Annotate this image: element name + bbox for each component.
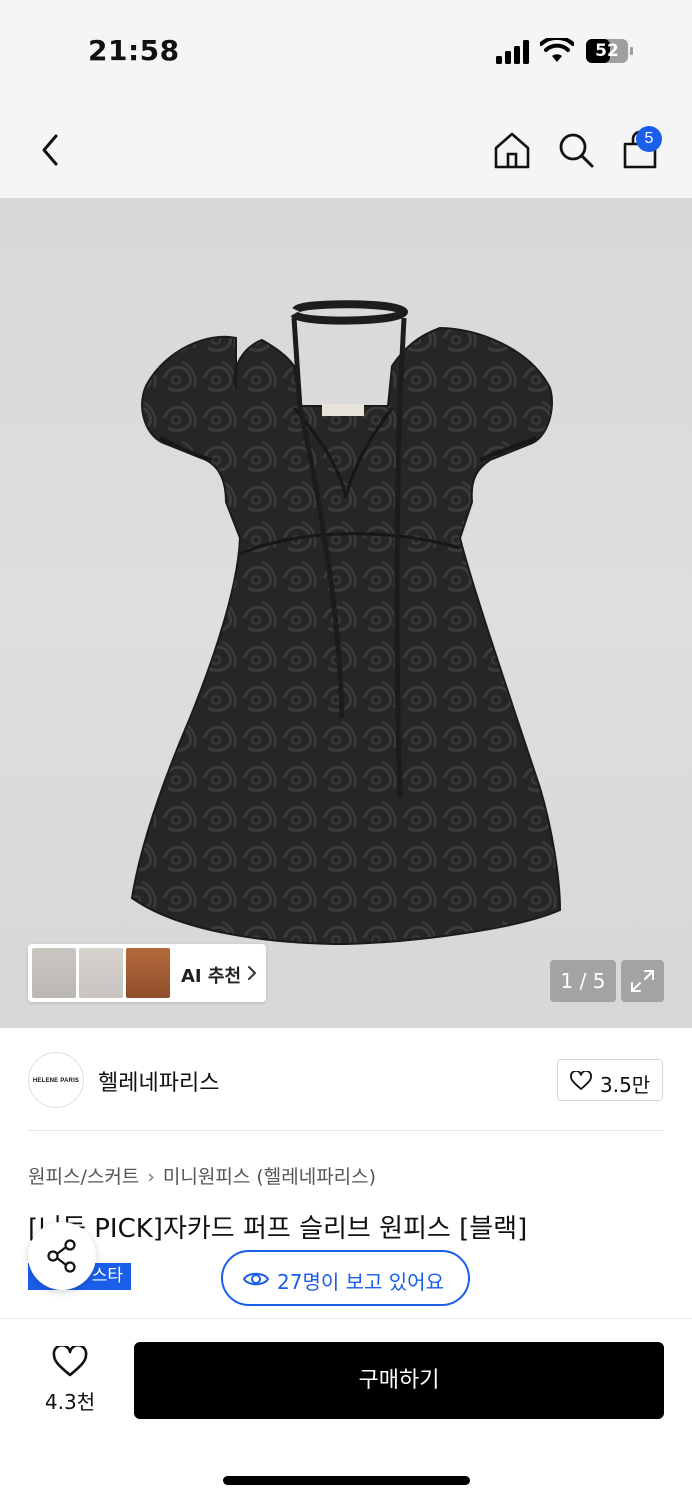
wishlist-button[interactable]: 4.3천 xyxy=(30,1342,110,1422)
ai-recommend-thumbnail[interactable] xyxy=(79,948,123,998)
brand-like-count: 3.5만 xyxy=(600,1073,651,1097)
eye-icon xyxy=(243,1272,269,1286)
buy-button[interactable]: 구매하기 xyxy=(134,1342,664,1419)
brand-like-button[interactable]: 3.5만 xyxy=(557,1059,663,1101)
divider xyxy=(0,1318,692,1319)
ai-recommend-thumbnail[interactable] xyxy=(32,948,76,998)
back-button[interactable] xyxy=(34,130,66,170)
wifi-icon xyxy=(540,38,574,62)
share-icon xyxy=(47,1239,76,1273)
cart-count-badge: 5 xyxy=(636,126,662,152)
product-photo xyxy=(130,300,562,946)
brand-row[interactable]: HELENE PARIS 헬레네파리스 3.5만 xyxy=(28,1050,664,1110)
status-time: 21:58 xyxy=(88,34,180,67)
image-page-indicator: 1 / 5 xyxy=(550,960,616,1002)
breadcrumb-subcategory[interactable]: 미니원피스 (헬레네파리스) xyxy=(163,1166,376,1188)
battery-level: 52 xyxy=(595,41,619,61)
cellular-signal-icon xyxy=(496,40,529,64)
viewers-text: 27명이 보고 있어요 xyxy=(277,1270,444,1294)
divider xyxy=(28,1130,664,1131)
brand-logo[interactable]: HELENE PARIS xyxy=(28,1052,84,1108)
ai-recommend-strip[interactable]: AI 추천 xyxy=(28,944,266,1002)
heart-icon xyxy=(570,1071,592,1090)
viewers-indicator: 27명이 보고 있어요 xyxy=(221,1250,470,1306)
expand-image-button[interactable] xyxy=(621,960,664,1002)
product-image-gallery[interactable] xyxy=(0,198,692,1028)
product-title: [니둥 PICK]자카드 퍼프 슬리브 원피스 [블랙] xyxy=(28,1214,528,1244)
breadcrumb: 원피스/스커트 › 미니원피스 (헬레네파리스) xyxy=(28,1162,376,1189)
wishlist-count: 4.3천 xyxy=(44,1390,96,1414)
chevron-right-icon: › xyxy=(147,1166,155,1188)
app-header xyxy=(0,100,692,198)
ai-recommend-thumbnail[interactable] xyxy=(126,948,170,998)
status-bar: 21:58 52 xyxy=(0,0,692,100)
ai-recommend-label: AI 추천 xyxy=(181,966,242,987)
home-indicator xyxy=(223,1476,470,1485)
share-button[interactable] xyxy=(28,1222,96,1290)
brand-name[interactable]: 헬레네파리스 xyxy=(98,1065,219,1097)
expand-icon xyxy=(631,970,654,992)
search-icon[interactable] xyxy=(556,130,596,170)
heart-icon xyxy=(52,1346,88,1377)
breadcrumb-category[interactable]: 원피스/스커트 xyxy=(28,1166,139,1188)
home-icon[interactable] xyxy=(492,130,532,170)
chevron-right-icon xyxy=(248,966,257,980)
battery-indicator: 52 xyxy=(586,39,634,63)
